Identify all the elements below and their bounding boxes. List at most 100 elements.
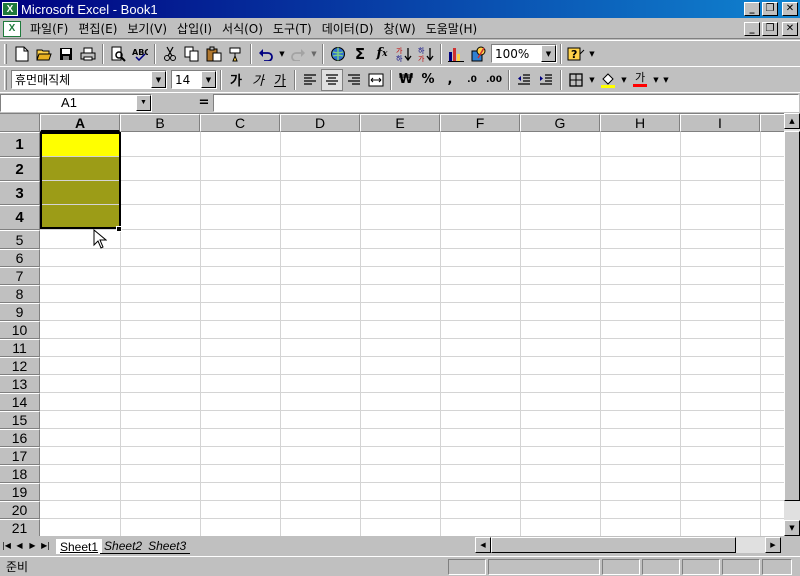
fill-color-icon[interactable] [597, 69, 619, 91]
percent-button[interactable]: % [417, 69, 439, 91]
function-icon[interactable]: fx [371, 43, 393, 65]
formula-input[interactable] [213, 93, 799, 112]
doc-minimize-icon[interactable]: _ [744, 22, 760, 36]
column-header-a[interactable]: A [40, 114, 120, 132]
row-header-1[interactable]: 1 [0, 132, 40, 157]
decrease-indent-icon[interactable] [513, 69, 535, 91]
bold-button[interactable]: 가 [225, 69, 247, 91]
help-icon[interactable]: ? [565, 43, 587, 65]
row-header-15[interactable]: 15 [0, 411, 40, 429]
horizontal-scrollbar[interactable]: ◀ ▶ [475, 537, 781, 553]
open-icon[interactable] [33, 43, 55, 65]
row-header-16[interactable]: 16 [0, 429, 40, 447]
copy-icon[interactable] [181, 43, 203, 65]
zoom-combo[interactable]: 100% ▼ [491, 44, 557, 63]
toolbar-grip[interactable] [4, 69, 7, 90]
first-sheet-icon[interactable]: |◀ [0, 538, 13, 553]
restore-icon[interactable]: ❐ [762, 2, 778, 16]
vertical-scroll-thumb[interactable] [784, 131, 800, 501]
row-header-2[interactable]: 2 [0, 157, 40, 181]
sort-descending-icon[interactable]: 하가 [415, 43, 437, 65]
print-icon[interactable] [77, 43, 99, 65]
row-header-11[interactable]: 11 [0, 339, 40, 357]
column-header-h[interactable]: H [600, 114, 680, 132]
menu-tools[interactable]: 도구(T) [268, 20, 317, 37]
prev-sheet-icon[interactable]: ◀ [13, 538, 26, 553]
worksheet-grid[interactable]: A B C D E F G H I 1 2 3 4 5 6 7 8 9 10 1… [0, 113, 784, 536]
align-left-icon[interactable] [299, 69, 321, 91]
cut-icon[interactable] [159, 43, 181, 65]
row-header-12[interactable]: 12 [0, 357, 40, 375]
sort-ascending-icon[interactable]: 가하 [393, 43, 415, 65]
menu-window[interactable]: 창(W) [378, 20, 420, 37]
row-header-7[interactable]: 7 [0, 267, 40, 285]
row-header-10[interactable]: 10 [0, 321, 40, 339]
fill-handle[interactable] [116, 226, 122, 232]
row-header-8[interactable]: 8 [0, 285, 40, 303]
fill-color-dropdown-icon[interactable]: ▼ [619, 69, 629, 91]
merge-center-icon[interactable] [365, 69, 387, 91]
horizontal-scroll-thumb[interactable] [491, 537, 736, 553]
row-header-6[interactable]: 6 [0, 249, 40, 267]
horizontal-scroll-track[interactable] [736, 537, 765, 553]
column-header-g[interactable]: G [520, 114, 600, 132]
font-color-button[interactable]: 가 [629, 69, 651, 91]
minimize-icon[interactable]: _ [744, 2, 760, 16]
redo-dropdown-icon[interactable]: ▼ [309, 43, 319, 65]
sheet-tab-sheet3[interactable]: Sheet3 [144, 539, 191, 554]
decrease-decimal-button[interactable]: .00 [483, 69, 505, 91]
column-header-c[interactable]: C [200, 114, 280, 132]
doc-restore-icon[interactable]: ❐ [762, 22, 778, 36]
scroll-left-icon[interactable]: ◀ [475, 537, 491, 553]
row-header-9[interactable]: 9 [0, 303, 40, 321]
menu-edit[interactable]: 편집(E) [73, 20, 122, 37]
next-sheet-icon[interactable]: ▶ [26, 538, 39, 553]
redo-icon[interactable] [287, 43, 309, 65]
undo-dropdown-icon[interactable]: ▼ [277, 43, 287, 65]
align-right-icon[interactable] [343, 69, 365, 91]
new-icon[interactable] [11, 43, 33, 65]
sheet-tab-sheet2[interactable]: Sheet2 [100, 539, 147, 554]
spelling-icon[interactable]: ABC [129, 43, 151, 65]
chart-wizard-icon[interactable] [445, 43, 467, 65]
row-header-4[interactable]: 4 [0, 205, 40, 230]
font-name-combo[interactable]: 휴먼매직체 ▼ [11, 70, 167, 89]
format-painter-icon[interactable] [225, 43, 247, 65]
underline-button[interactable]: 가 [269, 69, 291, 91]
row-header-20[interactable]: 20 [0, 501, 40, 519]
comma-button[interactable]: , [439, 69, 461, 91]
close-icon[interactable]: ✕ [782, 2, 798, 16]
scroll-right-icon[interactable]: ▶ [765, 537, 781, 553]
toolbar-grip[interactable] [4, 43, 7, 64]
row-header-18[interactable]: 18 [0, 465, 40, 483]
increase-decimal-button[interactable]: .0 [461, 69, 483, 91]
save-icon[interactable] [55, 43, 77, 65]
column-header-e[interactable]: E [360, 114, 440, 132]
font-color-dropdown-icon[interactable]: ▼ [651, 69, 661, 91]
paste-icon[interactable] [203, 43, 225, 65]
menu-help[interactable]: 도움말(H) [421, 20, 483, 37]
column-header-d[interactable]: D [280, 114, 360, 132]
borders-icon[interactable] [565, 69, 587, 91]
doc-close-icon[interactable]: ✕ [782, 22, 798, 36]
excel-icon[interactable]: X [2, 2, 18, 16]
row-header-17[interactable]: 17 [0, 447, 40, 465]
increase-indent-icon[interactable] [535, 69, 557, 91]
italic-button[interactable]: 가 [247, 69, 269, 91]
borders-dropdown-icon[interactable]: ▼ [587, 69, 597, 91]
menu-view[interactable]: 보기(V) [122, 20, 172, 37]
column-header-f[interactable]: F [440, 114, 520, 132]
chevron-down-icon[interactable]: ▼ [151, 71, 166, 88]
chevron-down-icon[interactable]: ▼ [201, 71, 216, 88]
name-box[interactable]: A1 ▼ [0, 93, 152, 112]
menu-insert[interactable]: 삽입(I) [172, 20, 217, 37]
more-buttons-icon[interactable]: ▼ [587, 43, 597, 65]
select-all-button[interactable] [0, 114, 40, 132]
last-sheet-icon[interactable]: ▶| [39, 538, 52, 553]
align-center-icon[interactable] [321, 68, 343, 91]
edit-formula-button[interactable]: = [195, 95, 213, 110]
drawing-icon[interactable] [467, 43, 489, 65]
row-header-19[interactable]: 19 [0, 483, 40, 501]
menu-file[interactable]: 파일(F) [25, 20, 73, 37]
sheet-tab-sheet1[interactable]: Sheet1 [56, 539, 103, 554]
